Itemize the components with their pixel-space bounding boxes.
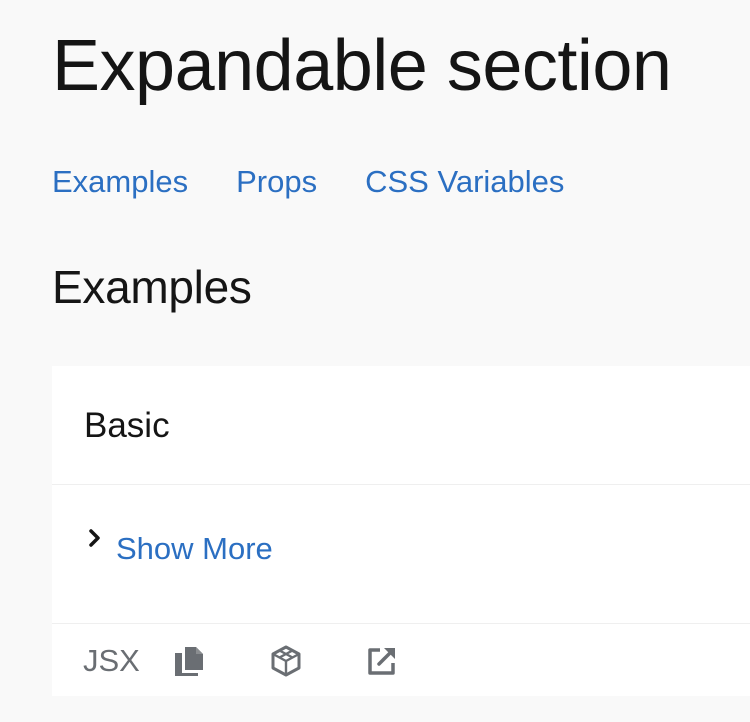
chevron-right-icon <box>86 528 114 556</box>
copy-icon <box>173 645 205 677</box>
example-title: Basic <box>84 406 170 445</box>
jump-link-examples[interactable]: Examples <box>52 164 188 200</box>
copy-code-button[interactable] <box>173 624 269 697</box>
external-link-icon <box>365 644 399 678</box>
codesandbox-icon <box>269 644 303 678</box>
open-in-codesandbox-button[interactable] <box>269 624 365 697</box>
example-preview: Show More <box>52 485 750 624</box>
example-card: Basic Show More JSX <box>52 366 750 696</box>
example-header: Basic <box>52 366 750 485</box>
jump-link-props[interactable]: Props <box>236 164 317 200</box>
show-more-label: Show More <box>116 531 273 566</box>
jump-link-css-variables[interactable]: CSS Variables <box>365 164 564 200</box>
page-title: Expandable section <box>52 26 672 106</box>
code-toolbar: JSX <box>52 624 750 697</box>
jsx-tab[interactable]: JSX <box>83 643 173 679</box>
show-more-toggle[interactable]: Show More <box>86 528 273 567</box>
section-title: Examples <box>52 261 252 313</box>
jump-links: Examples Props CSS Variables <box>52 160 612 204</box>
open-in-new-window-button[interactable] <box>365 624 461 697</box>
